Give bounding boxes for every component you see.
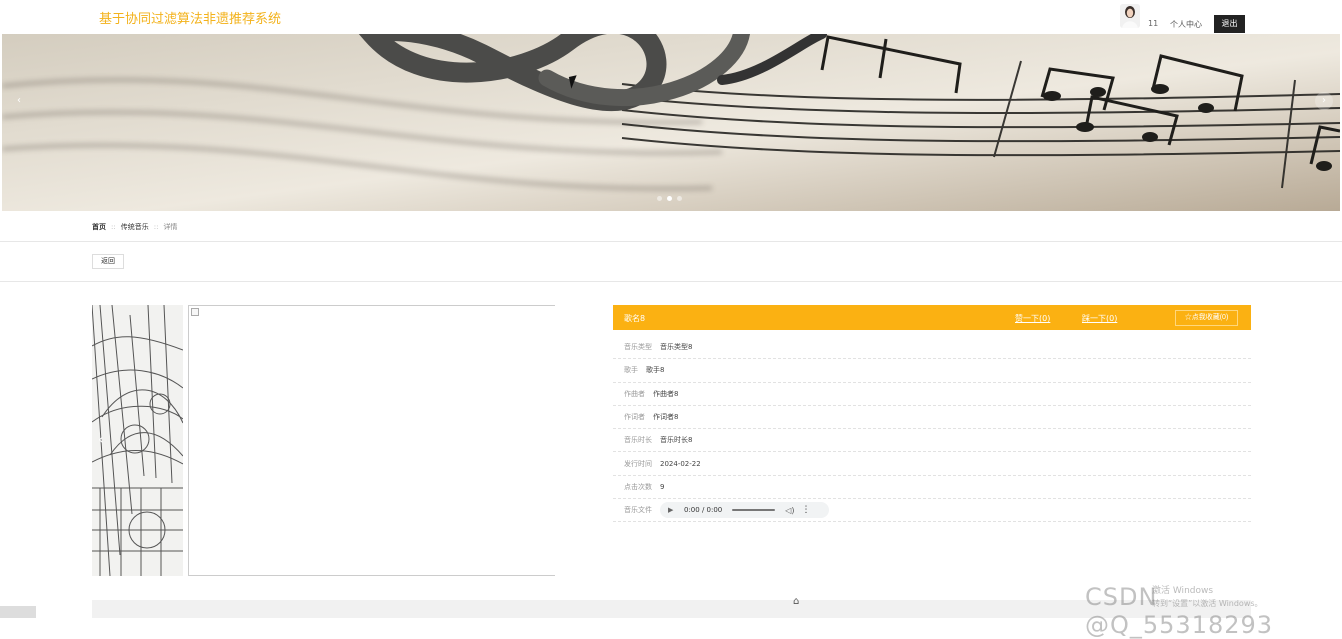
back-button[interactable]: 返回 xyxy=(92,254,124,269)
field-value: 歌手8 xyxy=(646,366,665,375)
page-divider xyxy=(0,241,1342,242)
field-label: 音乐时长 xyxy=(624,436,652,445)
sketch-thumbnail-image xyxy=(92,305,183,576)
taskbar-preview-thumbnail[interactable] xyxy=(0,606,36,618)
field-label: 歌手 xyxy=(624,366,638,375)
audio-progress-slider[interactable] xyxy=(732,509,776,512)
field-value: 音乐类型8 xyxy=(660,343,693,352)
field-value: 作词者8 xyxy=(653,413,679,422)
field-music-type: 音乐类型 音乐类型8 xyxy=(613,336,1251,360)
avatar[interactable] xyxy=(1120,4,1140,28)
field-value: 2024-02-22 xyxy=(660,459,701,468)
windows-activation-notice: 激活 Windows xyxy=(1152,586,1214,596)
more-options-icon[interactable]: ⋮ xyxy=(802,505,811,515)
field-label: 作曲者 xyxy=(624,389,645,398)
banner-dot-3[interactable] xyxy=(677,196,682,201)
logout-button[interactable]: 退出 xyxy=(1214,15,1245,33)
music-detail-fields: 音乐类型 音乐类型8 歌手 歌手8 作曲者 作曲者8 作词者 作词者8 音乐时长… xyxy=(613,336,1251,523)
csdn-watermark: CSDN @Q_55318293 xyxy=(1085,583,1274,639)
volume-icon[interactable]: ◁) xyxy=(785,506,794,515)
windows-activation-hint: 转到“设置”以激活 Windows。 xyxy=(1152,599,1263,608)
downvote-link[interactable]: 踩一下(0) xyxy=(1082,313,1117,324)
page-bottom-panel xyxy=(92,600,1251,618)
song-name: 歌名8 xyxy=(624,314,646,323)
field-composer: 作曲者 作曲者8 xyxy=(613,383,1251,406)
field-label: 音乐类型 xyxy=(624,343,652,352)
field-value: 音乐时长8 xyxy=(660,436,693,445)
breadcrumb-separator: :: xyxy=(153,223,159,231)
field-label: 作词者 xyxy=(624,413,645,422)
field-value: 9 xyxy=(660,482,665,491)
gallery-previous-button[interactable]: ‹ xyxy=(98,432,104,448)
breadcrumb-current: 详情 xyxy=(163,223,178,231)
upvote-link[interactable]: 赞一下(0) xyxy=(1015,313,1050,324)
audio-time: 0:00 / 0:00 xyxy=(684,506,723,515)
field-label: 发行时间 xyxy=(624,459,652,468)
section-divider xyxy=(0,281,1342,282)
field-label: 音乐文件 xyxy=(624,506,652,515)
music-banner-carousel[interactable]: ‹ › xyxy=(2,34,1340,211)
field-duration: 音乐时长 音乐时长8 xyxy=(613,429,1251,453)
music-detail-header: 歌名8 赞一下(0) 踩一下(0) ☆点我收藏(0) xyxy=(613,305,1251,330)
breadcrumb-home[interactable]: 首页 xyxy=(92,222,106,232)
broken-image-icon xyxy=(191,308,199,316)
lock-icon: ⌂ xyxy=(793,596,800,607)
sheet-music-banner-image xyxy=(2,34,1340,211)
collect-button[interactable]: ☆点我收藏(0) xyxy=(1175,310,1238,326)
breadcrumb: 首页 :: 传统音乐 :: 详情 xyxy=(92,222,177,232)
image-gallery-thumbnail[interactable] xyxy=(92,305,183,576)
field-release-date: 发行时间 2024-02-22 xyxy=(613,452,1251,476)
user-name: 11 xyxy=(1148,19,1159,28)
banner-dot-1[interactable] xyxy=(657,196,662,201)
breadcrumb-separator: :: xyxy=(111,223,116,231)
banner-pagination xyxy=(657,196,682,201)
banner-previous-button[interactable]: ‹ xyxy=(10,92,28,110)
audio-player[interactable]: ▶ 0:00 / 0:00 ◁) ⋮ xyxy=(660,502,829,519)
field-music-file: 音乐文件 ▶ 0:00 / 0:00 ◁) ⋮ xyxy=(613,499,1251,523)
site-title[interactable]: 基于协同过滤算法非遗推荐系统 xyxy=(99,8,281,27)
field-singer: 歌手 歌手8 xyxy=(613,359,1251,383)
top-navigation: 基于协同过滤算法非遗推荐系统 11 个人中心 退出 xyxy=(0,0,1342,34)
user-center-link[interactable]: 个人中心 xyxy=(1170,19,1202,30)
field-lyricist: 作词者 作词者8 xyxy=(613,406,1251,430)
music-detail-image xyxy=(188,305,555,576)
field-label: 点击次数 xyxy=(624,482,652,491)
play-icon[interactable]: ▶ xyxy=(668,506,678,514)
field-value: 作曲者8 xyxy=(653,389,679,398)
banner-dot-2-active[interactable] xyxy=(667,196,672,201)
breadcrumb-category[interactable]: 传统音乐 xyxy=(121,222,149,232)
banner-next-button[interactable]: › xyxy=(1315,92,1333,110)
field-click-count: 点击次数 9 xyxy=(613,476,1251,500)
